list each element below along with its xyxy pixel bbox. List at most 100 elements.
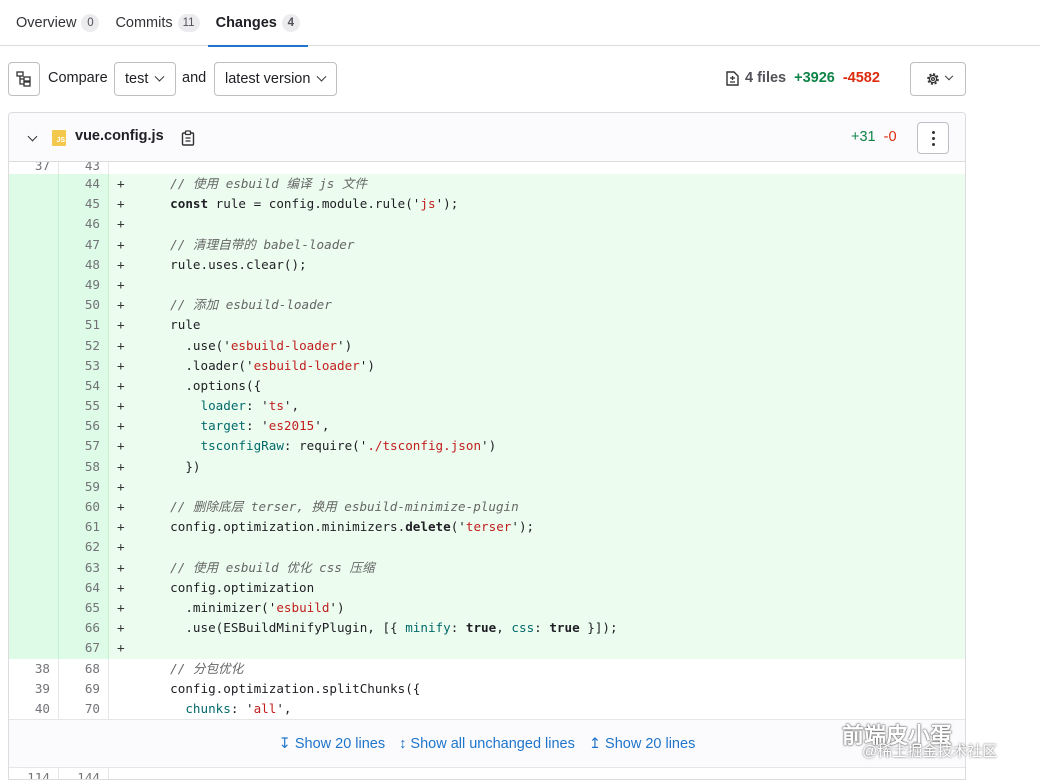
- new-line-number[interactable]: 58: [59, 456, 109, 477]
- new-line-number[interactable]: 49: [59, 274, 109, 296]
- old-line-number[interactable]: [9, 214, 59, 235]
- new-line-number[interactable]: 68: [59, 658, 109, 679]
- old-line-number[interactable]: [9, 597, 59, 619]
- old-line-number[interactable]: 39: [9, 678, 59, 699]
- tab-label: Overview: [16, 15, 77, 31]
- diff-stats: 4 files +3926 -4582: [726, 70, 880, 86]
- new-line-number[interactable]: 53: [59, 355, 109, 376]
- new-line-number[interactable]: 44: [59, 174, 109, 195]
- old-line-number[interactable]: [9, 577, 59, 598]
- old-line-number[interactable]: [9, 315, 59, 336]
- new-line-number[interactable]: 45: [59, 194, 109, 215]
- old-line-number[interactable]: [9, 234, 59, 255]
- show-20-lines-up-link[interactable]: ↧ Show 20 lines: [279, 736, 385, 752]
- code-text: // 删除底层 terser, 换用 esbuild-minimize-plug…: [170, 499, 519, 514]
- old-line-number[interactable]: 114: [9, 768, 59, 779]
- diff-line-added: 50 + // 添加 esbuild-loader: [9, 295, 965, 316]
- copy-path-icon[interactable]: [181, 130, 195, 146]
- code-text: .use(ESBuildMinifyPlugin, [{ minify: tru…: [155, 620, 618, 636]
- tab-count-badge: 4: [281, 14, 300, 32]
- tab-overview[interactable]: Overview 0: [8, 0, 107, 46]
- new-line-number[interactable]: 70: [59, 698, 109, 720]
- chevron-down-icon: [944, 71, 953, 81]
- diff-marker: +: [117, 519, 125, 535]
- new-line-number[interactable]: 57: [59, 436, 109, 457]
- code-text: rule: [155, 317, 201, 333]
- old-line-number[interactable]: [9, 274, 59, 296]
- diff-marker: +: [117, 276, 125, 292]
- new-line-number[interactable]: 60: [59, 497, 109, 518]
- old-line-number[interactable]: [9, 456, 59, 477]
- old-line-number[interactable]: [9, 476, 59, 497]
- old-line-number[interactable]: 40: [9, 698, 59, 720]
- file-name[interactable]: vue.config.js: [75, 128, 164, 144]
- old-line-number[interactable]: [9, 517, 59, 538]
- new-line-number[interactable]: 61: [59, 517, 109, 538]
- new-line-number[interactable]: 67: [59, 638, 109, 659]
- new-line-number[interactable]: 50: [59, 295, 109, 316]
- file-tree-toggle-button[interactable]: [8, 62, 40, 96]
- old-line-number[interactable]: [9, 174, 59, 195]
- new-line-number[interactable]: 51: [59, 315, 109, 336]
- diff-line: 114 144: [9, 768, 965, 779]
- old-line-number[interactable]: [9, 618, 59, 639]
- diff-marker: +: [117, 640, 125, 656]
- new-line-number[interactable]: 55: [59, 396, 109, 417]
- tab-label: Changes: [215, 15, 277, 31]
- diff-line-added: 66 + .use(ESBuildMinifyPlugin, [{ minify:…: [9, 618, 965, 639]
- target-version-value: latest version: [225, 71, 311, 87]
- code-text: config.optimization.minimizers.delete('t…: [155, 519, 535, 535]
- new-line-number[interactable]: 65: [59, 597, 109, 619]
- tab-changes[interactable]: Changes 4: [207, 0, 309, 47]
- diff-line-added: 56 + target: 'es2015',: [9, 416, 965, 437]
- tab-commits[interactable]: Commits 11: [107, 0, 207, 46]
- diff-marker: +: [117, 539, 125, 555]
- target-version-dropdown[interactable]: latest version: [214, 62, 337, 96]
- diff-line-added: 55 + loader: 'ts',: [9, 396, 965, 417]
- old-line-number[interactable]: [9, 557, 59, 578]
- old-line-number[interactable]: [9, 194, 59, 215]
- old-line-number[interactable]: [9, 295, 59, 316]
- new-line-number[interactable]: 144: [59, 768, 109, 779]
- new-line-number[interactable]: 46: [59, 214, 109, 235]
- diff-marker: [109, 162, 155, 174]
- new-line-number[interactable]: 48: [59, 254, 109, 275]
- new-line-number[interactable]: 56: [59, 416, 109, 437]
- old-line-number[interactable]: [9, 497, 59, 518]
- new-line-number[interactable]: 47: [59, 234, 109, 255]
- file-diff-icon: [726, 70, 739, 86]
- old-line-number[interactable]: [9, 436, 59, 457]
- new-line-number[interactable]: 52: [59, 335, 109, 356]
- code-text: // 添加 esbuild-loader: [170, 297, 332, 313]
- old-line-number[interactable]: [9, 416, 59, 437]
- old-line-number[interactable]: 37: [9, 162, 59, 174]
- new-line-number[interactable]: 62: [59, 537, 109, 558]
- new-line-number[interactable]: 63: [59, 557, 109, 578]
- new-line-number[interactable]: 43: [59, 162, 109, 174]
- diff-line: 39 69 config.optimization.splitChunks({: [9, 678, 965, 699]
- old-line-number[interactable]: [9, 355, 59, 376]
- new-line-number[interactable]: 64: [59, 577, 109, 598]
- diff-marker: +: [117, 559, 125, 575]
- diff-settings-button[interactable]: [910, 62, 966, 96]
- old-line-number[interactable]: [9, 537, 59, 558]
- show-all-unchanged-link[interactable]: ↕ Show all unchanged lines: [399, 736, 575, 752]
- file-options-button[interactable]: [917, 122, 949, 154]
- files-count: 4 files: [745, 70, 787, 86]
- old-line-number[interactable]: [9, 375, 59, 397]
- new-line-number[interactable]: 66: [59, 618, 109, 639]
- source-branch-dropdown[interactable]: test: [114, 62, 176, 96]
- new-line-number[interactable]: 54: [59, 375, 109, 397]
- old-line-number[interactable]: [9, 396, 59, 417]
- new-line-number[interactable]: 59: [59, 476, 109, 497]
- old-line-number[interactable]: [9, 638, 59, 659]
- old-line-number[interactable]: [9, 254, 59, 275]
- old-line-number[interactable]: [9, 335, 59, 356]
- chevron-down-icon: [316, 71, 327, 82]
- show-20-lines-down-link[interactable]: ↥ Show 20 lines: [589, 736, 695, 752]
- old-line-number[interactable]: 38: [9, 658, 59, 679]
- tab-count-badge: 11: [177, 14, 200, 32]
- new-line-number[interactable]: 69: [59, 678, 109, 699]
- file-header: JS vue.config.js +31 -0: [9, 113, 965, 162]
- collapse-chevron-icon[interactable]: [27, 131, 38, 142]
